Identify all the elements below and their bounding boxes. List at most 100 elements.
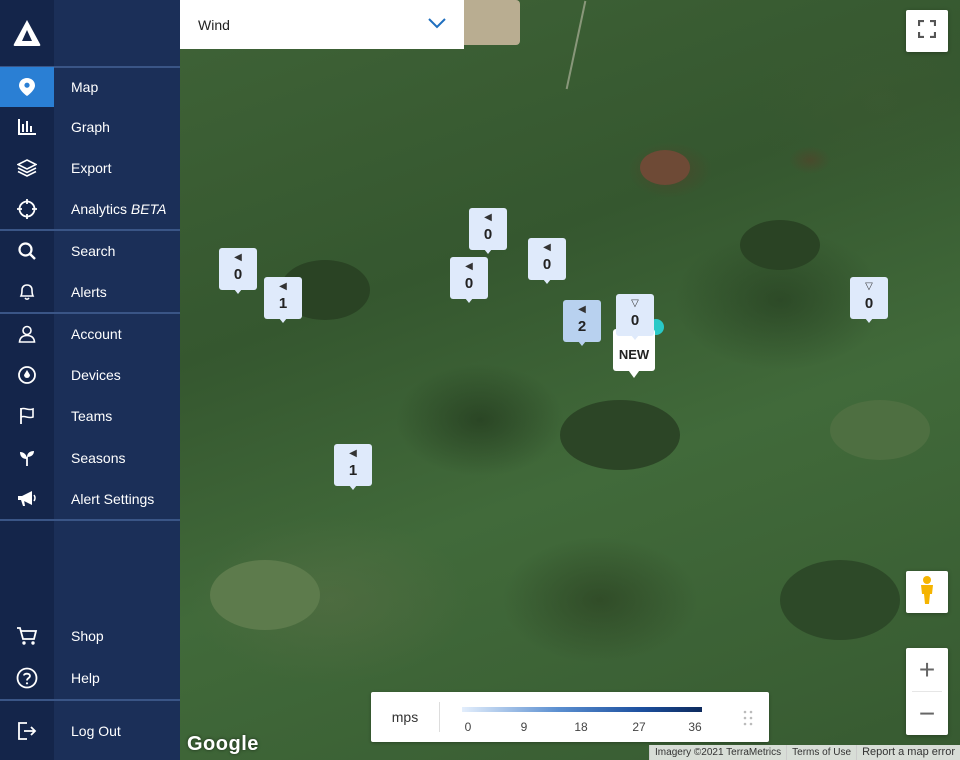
sidebar-item-alerts[interactable]: Alerts [0,272,180,312]
wind-direction-icon: ▽ [631,298,639,309]
new-label: NEW [618,347,650,362]
marker-tip [230,284,246,294]
river [565,0,587,90]
wind-marker[interactable]: ◀ 0 [219,248,257,294]
sidebar-item-devices[interactable]: Devices [0,355,180,395]
chevron-down-icon [428,16,446,34]
wind-direction-icon: ◀ [279,281,287,292]
map-texture [560,400,680,470]
report-error-link[interactable]: Report a map error [856,745,960,760]
device-icon [0,355,54,395]
wind-direction-icon: ◀ [465,261,473,272]
map-texture [740,220,820,270]
sidebar-item-label: Teams [71,408,113,424]
marker-tip [461,293,477,303]
sidebar-item-label: Seasons [71,450,126,466]
sidebar-item-alert-settings[interactable]: Alert Settings [0,479,180,519]
marker-tip [539,274,555,284]
wind-marker[interactable]: ◀ 0 [450,257,488,303]
wind-marker[interactable]: ▽ 0 [850,277,888,323]
sidebar: Map Graph Export Analytics BETA Search A… [0,0,180,760]
wind-marker[interactable]: ▽ 0 [616,294,654,340]
wind-speed-value: 0 [233,266,243,283]
divider [439,702,440,732]
map-texture [780,560,900,640]
imagery-credit: Imagery ©2021 TerraMetrics [649,745,787,760]
legend-tick: 18 [574,720,588,734]
user-icon [0,314,54,354]
wind-speed-value: 0 [630,312,640,329]
street-view-button[interactable] [906,571,948,613]
sidebar-item-label: Analytics BETA [71,201,167,217]
zoom-in-button[interactable]: + [906,648,948,691]
sidebar-item-search[interactable]: Search [0,231,180,271]
marker-tip [480,244,496,254]
sidebar-item-label: Map [71,79,99,95]
wind-speed-value: 0 [464,275,474,292]
bell-icon [0,272,54,312]
map-texture [460,0,520,45]
map-pin-icon [0,67,54,107]
sidebar-item-label: Export [71,160,112,176]
sidebar-item-label: Help [71,670,100,686]
wind-direction-icon: ◀ [349,448,357,459]
sidebar-item-map[interactable]: Map [0,67,180,107]
layer-select[interactable]: Wind [180,0,464,49]
wind-marker[interactable]: ◀ 1 [264,277,302,323]
legend-tick: 36 [688,720,702,734]
fullscreen-button[interactable] [906,10,948,52]
marker-tip [345,480,361,490]
wind-direction-icon: ◀ [234,252,242,263]
marker-tip [626,367,642,378]
logout-icon [0,711,54,751]
wind-marker[interactable]: ◀ 2 [563,300,601,346]
sidebar-item-help[interactable]: Help [0,658,180,698]
drag-handle-icon[interactable] [743,710,753,731]
wind-direction-icon: ◀ [578,304,586,315]
bar-chart-icon [0,107,54,147]
map-attribution: Imagery ©2021 TerraMetrics Terms of Use … [649,745,960,760]
google-logo: Google [187,733,259,755]
legend-unit: mps [391,709,419,725]
map-texture [640,150,690,185]
wind-speed-value: 0 [864,295,874,312]
sidebar-item-label: Alerts [71,284,107,300]
map-texture [830,400,930,460]
sidebar-item-seasons[interactable]: Seasons [0,438,180,478]
sidebar-item-label: Devices [71,367,121,383]
sidebar-item-export[interactable]: Export [0,148,180,188]
sidebar-item-shop[interactable]: Shop [0,616,180,656]
wind-marker[interactable]: ◀ 1 [334,444,372,490]
marker-tip [574,336,590,346]
app-logo-icon[interactable] [0,0,54,66]
wind-marker[interactable]: ◀ 0 [528,238,566,284]
help-circle-icon [0,658,54,698]
sidebar-item-account[interactable]: Account [0,314,180,354]
divider [0,519,180,521]
zoom-out-button[interactable]: − [906,692,948,735]
terms-link[interactable]: Terms of Use [786,745,857,760]
wind-direction-icon: ◀ [484,212,492,223]
wind-speed-value: 2 [577,318,587,335]
sidebar-item-teams[interactable]: Teams [0,396,180,436]
wind-direction-icon: ◀ [543,242,551,253]
wind-speed-value: 1 [348,462,358,479]
sidebar-item-analytics[interactable]: Analytics BETA [0,189,180,229]
wind-direction-icon: ▽ [865,281,873,292]
legend-gradient-bar [462,707,702,712]
sidebar-item-label: Alert Settings [71,491,155,507]
wind-speed-legend: mps 0 9 18 27 36 [371,692,769,742]
wind-speed-value: 0 [483,226,493,243]
sidebar-item-label: Search [71,243,116,259]
marker-tip [861,313,877,323]
satellite-map[interactable]: Wind ◀ 0 ◀ 1 ◀ 0 ◀ 0 ◀ 0 ◀ 2 NEW ▽ 0 ▽ 0… [180,0,960,760]
marker-tip [275,313,291,323]
divider [0,699,180,701]
fullscreen-icon [917,19,937,43]
pegman-icon [918,575,936,610]
wind-marker[interactable]: ◀ 0 [469,208,507,254]
sidebar-item-graph[interactable]: Graph [0,107,180,147]
sidebar-item-logout[interactable]: Log Out [0,711,180,751]
megaphone-icon [0,479,54,519]
legend-tick: 0 [464,720,472,734]
